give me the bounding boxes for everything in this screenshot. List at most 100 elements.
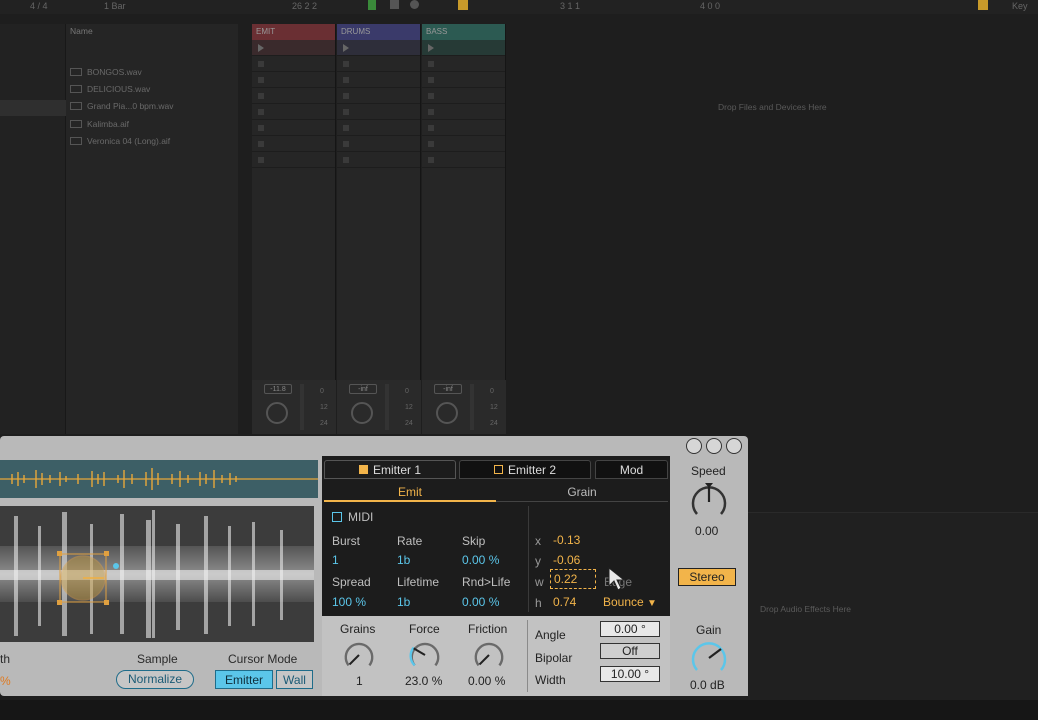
- tab-emit[interactable]: Emit: [324, 482, 496, 502]
- rate-value[interactable]: 1b: [397, 553, 410, 567]
- clip-slot[interactable]: [337, 88, 420, 104]
- clip-slot[interactable]: [337, 72, 420, 88]
- file-item[interactable]: BONGOS.wav: [70, 67, 142, 81]
- clip-slot[interactable]: [337, 136, 420, 152]
- browser-name-header[interactable]: Name: [70, 26, 93, 36]
- skip-label: Skip: [462, 534, 486, 548]
- width-value[interactable]: 10.00 °: [600, 666, 660, 682]
- clip-slot[interactable]: [422, 136, 505, 152]
- angle-value[interactable]: 0.00 °: [600, 621, 660, 637]
- emitter-canvas[interactable]: [0, 506, 314, 642]
- key-map-button[interactable]: Key: [1012, 1, 1028, 11]
- edge-mode-dropdown[interactable]: Bounce ▼: [603, 595, 657, 609]
- normalize-button[interactable]: Normalize: [116, 670, 194, 689]
- x-value[interactable]: -0.13: [553, 533, 580, 547]
- clip-slot[interactable]: [252, 120, 335, 136]
- file-item[interactable]: Veronica 04 (Long).aif: [70, 136, 170, 150]
- file-item[interactable]: Grand Pia...0 bpm.wav: [70, 101, 173, 115]
- force-knob[interactable]: [408, 638, 442, 672]
- skip-value[interactable]: 0.00 %: [462, 553, 499, 567]
- w-value[interactable]: 0.22: [550, 569, 596, 589]
- clip-slot[interactable]: [337, 152, 420, 168]
- emitter-2-color-icon: [493, 465, 503, 474]
- time-signature[interactable]: 4 / 4: [30, 1, 48, 11]
- waveform-display[interactable]: [0, 460, 318, 498]
- edit-icon[interactable]: [978, 0, 988, 10]
- lifetime-value[interactable]: 1b: [397, 595, 410, 609]
- tab-emitter-2[interactable]: Emitter 2: [459, 460, 591, 479]
- gain-knob[interactable]: [689, 638, 729, 678]
- volume-readout[interactable]: -inf: [434, 384, 462, 394]
- friction-value[interactable]: 0.00 %: [468, 674, 505, 688]
- record-icon[interactable]: [410, 0, 419, 9]
- force-value[interactable]: 23.0 %: [405, 674, 442, 688]
- spread-value[interactable]: 100 %: [332, 595, 366, 609]
- automation-arm-icon[interactable]: [458, 0, 468, 10]
- clip-slot[interactable]: [422, 104, 505, 120]
- divider: [527, 620, 528, 692]
- drop-files-hint[interactable]: Drop Files and Devices Here: [718, 102, 827, 112]
- track-bass: BASS -inf 0 12 24: [422, 24, 506, 434]
- clip-slot[interactable]: [422, 152, 505, 168]
- file-item[interactable]: DELICIOUS.wav: [70, 84, 150, 98]
- quantize-menu[interactable]: 1 Bar: [104, 1, 126, 11]
- bipolar-toggle[interactable]: Off: [600, 643, 660, 659]
- song-position[interactable]: 26 2 2: [292, 1, 317, 11]
- width-label: Width: [535, 673, 566, 687]
- grains-value[interactable]: 1: [356, 674, 363, 688]
- h-value[interactable]: 0.74: [553, 595, 576, 609]
- speed-value[interactable]: 0.00: [695, 524, 718, 538]
- x-label: x: [535, 534, 541, 548]
- track-header[interactable]: DRUMS: [337, 24, 420, 40]
- volume-readout[interactable]: -inf: [349, 384, 377, 394]
- rnd-life-value[interactable]: 0.00 %: [462, 595, 499, 609]
- burst-value[interactable]: 1: [332, 553, 339, 567]
- midi-checkbox[interactable]: [332, 512, 342, 522]
- clip-slot[interactable]: [422, 56, 505, 72]
- pan-knob[interactable]: [351, 402, 373, 424]
- emitter-mode-button[interactable]: Emitter: [215, 670, 273, 689]
- y-value[interactable]: -0.06: [553, 553, 580, 567]
- audio-file-icon: [70, 102, 82, 110]
- clip-slot[interactable]: [337, 120, 420, 136]
- stop-icon[interactable]: [390, 0, 399, 9]
- clip-slot[interactable]: [252, 104, 335, 120]
- pan-knob[interactable]: [436, 402, 458, 424]
- loop-start[interactable]: 3 1 1: [560, 1, 580, 11]
- clip-slot[interactable]: [422, 88, 505, 104]
- clip-slot[interactable]: [337, 104, 420, 120]
- friction-knob[interactable]: [472, 638, 506, 672]
- tab-emitter-1[interactable]: Emitter 1: [324, 460, 456, 479]
- tab-mod[interactable]: Mod: [595, 460, 668, 479]
- track-header[interactable]: BASS: [422, 24, 505, 40]
- track-header[interactable]: EMIT: [252, 24, 335, 40]
- clip-slot[interactable]: [337, 56, 420, 72]
- clip-slot[interactable]: [337, 40, 420, 56]
- speed-knob[interactable]: [689, 482, 729, 522]
- wall-mode-button[interactable]: Wall: [276, 670, 313, 689]
- clip-slot[interactable]: [422, 72, 505, 88]
- hot-swap-icon[interactable]: [686, 438, 702, 454]
- loop-length[interactable]: 4 0 0: [700, 1, 720, 11]
- clip-slot[interactable]: [252, 56, 335, 72]
- clip-slot[interactable]: [252, 88, 335, 104]
- clip-slot[interactable]: [422, 120, 505, 136]
- clip-slot[interactable]: [252, 136, 335, 152]
- browser-sidebar-selected[interactable]: [0, 100, 66, 116]
- play-icon[interactable]: [368, 0, 376, 10]
- clip-slot[interactable]: [252, 152, 335, 168]
- clip-slot[interactable]: [252, 72, 335, 88]
- clip-slot[interactable]: [422, 40, 505, 56]
- drop-effects-hint[interactable]: Drop Audio Effects Here: [760, 604, 851, 614]
- volume-readout[interactable]: -11.8: [264, 384, 292, 394]
- gain-value[interactable]: 0.0 dB: [690, 678, 725, 692]
- grains-knob[interactable]: [342, 638, 376, 672]
- pan-knob[interactable]: [266, 402, 288, 424]
- file-item[interactable]: Kalimba.aif: [70, 119, 129, 133]
- cut-value[interactable]: %: [0, 674, 11, 688]
- stereo-toggle[interactable]: Stereo: [678, 568, 736, 586]
- clip-slot[interactable]: [252, 40, 335, 56]
- save-preset-icon[interactable]: [726, 438, 742, 454]
- refresh-icon[interactable]: [706, 438, 722, 454]
- tab-grain[interactable]: Grain: [496, 482, 668, 502]
